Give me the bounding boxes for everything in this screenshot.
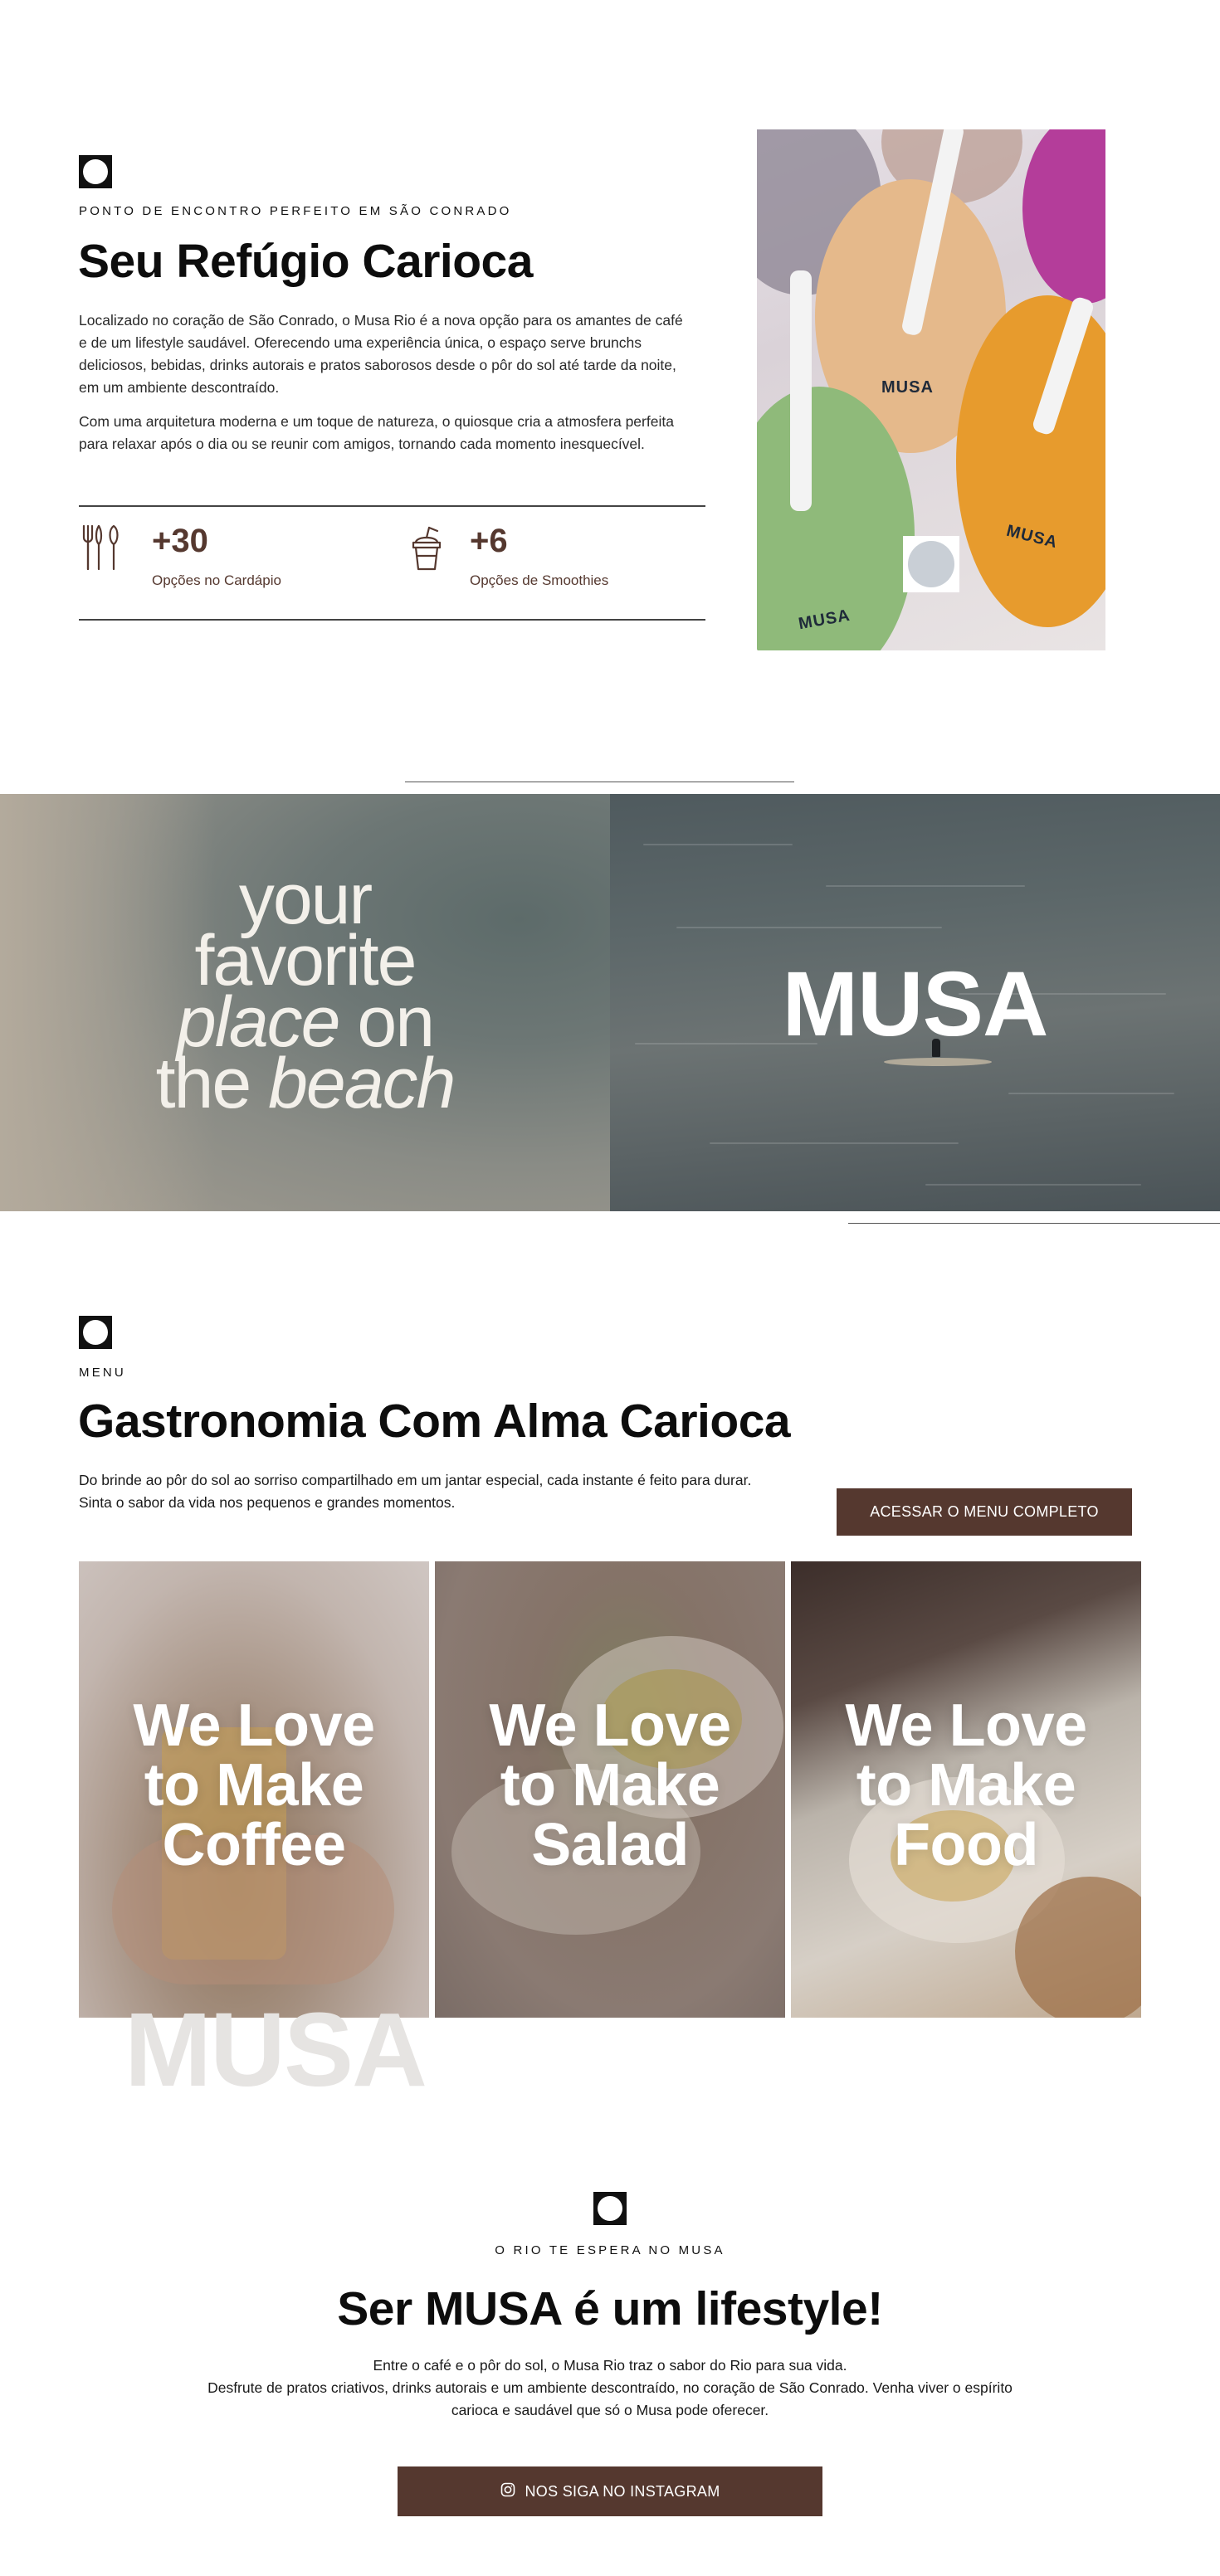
lifestyle-logo-mark [593, 2192, 627, 2225]
banner-brand: MUSA [782, 953, 1049, 1055]
instagram-button[interactable]: NOS SIGA NO INSTAGRAM [398, 2466, 822, 2516]
stat-menu-value: +30 [152, 523, 208, 559]
intro-title: Seu Refúgio Carioca [78, 235, 533, 288]
card-salad[interactable]: We Love to Make Salad [435, 1561, 785, 2018]
tagline-line-4: the beach [155, 1044, 456, 1123]
stat-smoothies-label: Opções de Smoothies [470, 572, 609, 588]
menu-eyebrow: MENU [79, 1366, 126, 1380]
lifestyle-eyebrow: O RIO TE ESPERA NO MUSA [495, 2243, 725, 2257]
card-food-title: We Love to Make Food [845, 1692, 1087, 1878]
card-coffee-title: We Love to Make Coffee [133, 1692, 375, 1878]
ocean-surfer-photo: MUSA [610, 794, 1220, 1211]
full-menu-button[interactable]: ACESSAR O MENU COMPLETO [837, 1488, 1132, 1536]
menu-logo-mark [79, 1316, 112, 1349]
surf-foam [884, 1058, 992, 1066]
cup-label-1: MUSA [881, 378, 934, 397]
intro-eyebrow: PONTO DE ENCONTRO PERFEITO EM SÃO CONRAD… [79, 204, 512, 218]
photo-logo-mark [903, 536, 959, 592]
smoothies-photo: MUSA MUSA MUSA [757, 129, 1105, 650]
card-salad-title: We Love to Make Salad [489, 1692, 731, 1878]
instagram-icon [500, 2482, 515, 2501]
card-food[interactable]: We Love to Make Food [791, 1561, 1141, 2018]
intro-paragraph-1: Localizado no coração de São Conrado, o … [79, 312, 683, 396]
smoothie-cup-icon [411, 526, 442, 575]
lifestyle-title: Ser MUSA é um lifestyle! [337, 2282, 883, 2335]
tagline-banner: your favorite place on the beach [0, 794, 610, 1211]
musa-watermark: MUSA [124, 1991, 427, 2108]
menu-description: Do brinde ao pôr do sol ao sorriso compa… [79, 1472, 752, 1511]
cutlery-icon [79, 524, 127, 575]
instagram-button-label: NOS SIGA NO INSTAGRAM [525, 2482, 720, 2500]
stats-top-divider [79, 505, 705, 507]
stat-menu-label: Opções no Cardápio [152, 572, 281, 588]
menu-title: Gastronomia Com Alma Carioca [78, 1395, 791, 1448]
lifestyle-description: Entre o café e o pôr do sol, o Musa Rio … [207, 2357, 1013, 2418]
intro-paragraph-2: Com uma arquitetura moderna e um toque d… [79, 413, 674, 452]
card-coffee[interactable]: We Love to Make Coffee [79, 1561, 429, 2018]
banner-bottom-divider [848, 1223, 1220, 1224]
musa-logo-mark [79, 155, 112, 188]
stats-bottom-divider [79, 619, 705, 621]
stat-smoothies-value: +6 [470, 523, 508, 559]
